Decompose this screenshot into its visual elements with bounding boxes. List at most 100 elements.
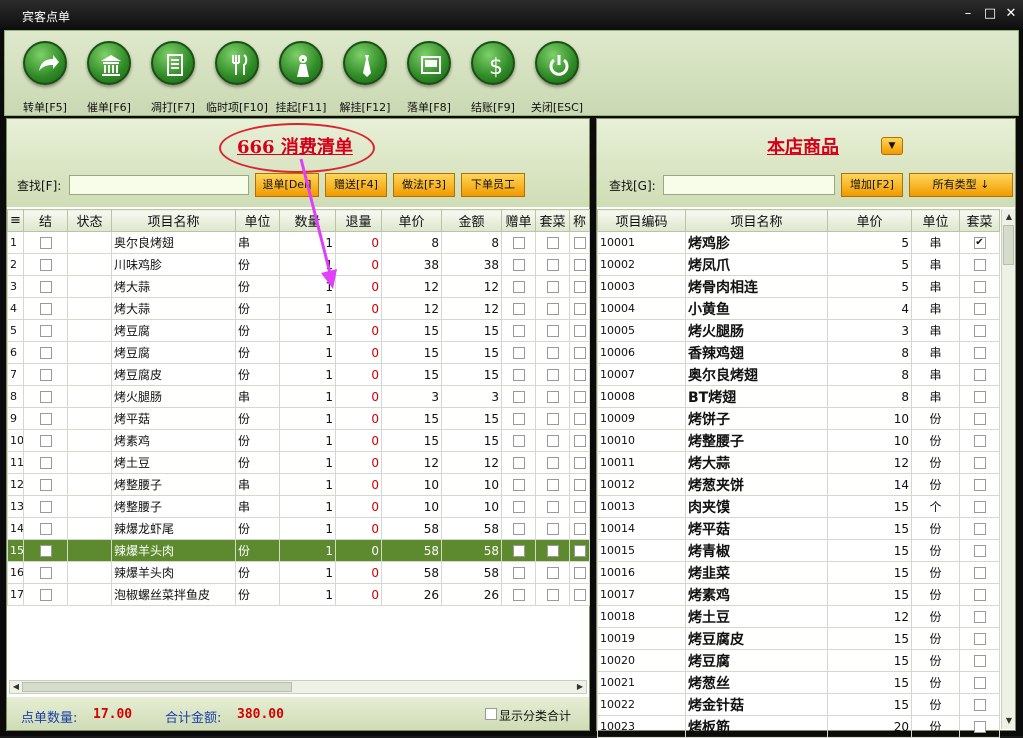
- settle-cell[interactable]: [23, 473, 68, 496]
- product-set-cell[interactable]: [959, 627, 1000, 650]
- set-meal-checkbox[interactable]: [546, 413, 559, 425]
- gift-cell[interactable]: [501, 583, 536, 606]
- settle-cell[interactable]: [23, 385, 68, 408]
- order-column-header[interactable]: 单价: [381, 209, 442, 232]
- set-meal-checkbox[interactable]: [973, 391, 986, 403]
- order-row[interactable]: 7 烤豆腐皮份 1 0 15 15: [7, 363, 590, 386]
- set-meal-checkbox[interactable]: [546, 347, 559, 359]
- product-set-cell[interactable]: [959, 473, 1000, 496]
- set-meal-cell[interactable]: [535, 231, 570, 254]
- order-row[interactable]: 16 辣爆羊头肉份 1 0 58 58: [7, 561, 590, 584]
- product-dropdown-button[interactable]: ▼: [881, 137, 903, 155]
- weigh-cell[interactable]: [569, 363, 590, 386]
- product-row[interactable]: 10021 烤葱丝 15 份: [597, 671, 1000, 694]
- product-set-cell[interactable]: [959, 495, 1000, 518]
- set-meal-checkbox[interactable]: [973, 501, 986, 513]
- settle-checkbox[interactable]: [39, 237, 52, 249]
- scroll-left-icon[interactable]: ◀: [10, 681, 22, 693]
- set-meal-checkbox[interactable]: [973, 567, 986, 579]
- weigh-cell[interactable]: [569, 495, 590, 518]
- gift-checkbox[interactable]: [512, 567, 525, 579]
- product-row[interactable]: 10005 烤火腿肠 3 串: [597, 319, 1000, 342]
- set-meal-cell[interactable]: [535, 583, 570, 606]
- close-window-button[interactable]: ✕: [1003, 6, 1019, 22]
- item-qty[interactable]: 1: [279, 451, 336, 474]
- weigh-checkbox[interactable]: [573, 501, 586, 513]
- gift-checkbox[interactable]: [512, 347, 525, 359]
- product-row[interactable]: 10017 烤素鸡 15 份: [597, 583, 1000, 606]
- weigh-checkbox[interactable]: [573, 303, 586, 315]
- settle-checkbox[interactable]: [39, 325, 52, 337]
- order-row[interactable]: 4 烤大蒜份 1 0 12 12: [7, 297, 590, 320]
- product-row[interactable]: 10012 烤葱夹饼 14 份: [597, 473, 1000, 496]
- item-qty[interactable]: 1: [279, 385, 336, 408]
- settle-cell[interactable]: [23, 231, 68, 254]
- product-row[interactable]: 10015 烤青椒 15 份: [597, 539, 1000, 562]
- order-column-header[interactable]: 单位: [235, 209, 280, 232]
- product-set-cell[interactable]: [959, 319, 1000, 342]
- weigh-checkbox[interactable]: [573, 347, 586, 359]
- set-meal-checkbox[interactable]: [973, 479, 986, 491]
- weigh-checkbox[interactable]: [573, 413, 586, 425]
- order-search-input[interactable]: [69, 175, 249, 195]
- product-set-cell[interactable]: [959, 407, 1000, 430]
- set-meal-checkbox[interactable]: [973, 633, 986, 645]
- scroll-down-icon[interactable]: ▼: [1003, 715, 1015, 727]
- item-qty[interactable]: 1: [279, 583, 336, 606]
- product-row[interactable]: 10002 烤凤爪 5 串: [597, 253, 1000, 276]
- weigh-cell[interactable]: [569, 583, 590, 606]
- set-meal-cell[interactable]: [535, 275, 570, 298]
- product-row[interactable]: 10022 烤金针菇 15 份: [597, 693, 1000, 716]
- gift-checkbox[interactable]: [512, 435, 525, 447]
- set-meal-cell[interactable]: [535, 319, 570, 342]
- settle-checkbox[interactable]: [39, 281, 52, 293]
- item-qty[interactable]: 1: [279, 517, 336, 540]
- product-column-header[interactable]: 单位: [911, 209, 960, 232]
- product-search-input[interactable]: [663, 175, 835, 195]
- order-row[interactable]: 6 烤豆腐份 1 0 15 15: [7, 341, 590, 364]
- product-column-header[interactable]: 套菜: [959, 209, 1000, 232]
- set-meal-checkbox[interactable]: [546, 545, 559, 557]
- weigh-checkbox[interactable]: [573, 281, 586, 293]
- order-column-header[interactable]: 赠单: [501, 209, 536, 232]
- set-meal-cell[interactable]: [535, 363, 570, 386]
- weigh-cell[interactable]: [569, 253, 590, 276]
- weigh-cell[interactable]: [569, 385, 590, 408]
- weigh-cell[interactable]: [569, 297, 590, 320]
- gift-checkbox[interactable]: [512, 479, 525, 491]
- product-set-cell[interactable]: [959, 605, 1000, 628]
- product-set-cell[interactable]: [959, 341, 1000, 364]
- settle-checkbox[interactable]: [39, 479, 52, 491]
- order-row[interactable]: 15 辣爆羊头肉份 1 0 58 58: [7, 539, 590, 562]
- product-set-cell[interactable]: [959, 649, 1000, 672]
- set-meal-checkbox[interactable]: [973, 589, 986, 601]
- weigh-checkbox[interactable]: [573, 457, 586, 469]
- product-row[interactable]: 10001 烤鸡胗 5 串 ✔: [597, 231, 1000, 254]
- order-row[interactable]: 17 泡椒螺丝菜拌鱼皮份 1 0 26 26: [7, 583, 590, 606]
- weigh-checkbox[interactable]: [573, 435, 586, 447]
- product-row[interactable]: 10023 烤板筋 20 份: [597, 715, 1000, 738]
- set-meal-checkbox[interactable]: [546, 369, 559, 381]
- set-meal-checkbox[interactable]: [546, 325, 559, 337]
- gift-checkbox[interactable]: [512, 457, 525, 469]
- gift-cell[interactable]: [501, 451, 536, 474]
- settle-checkbox[interactable]: [39, 457, 52, 469]
- settle-checkbox[interactable]: [39, 435, 52, 447]
- gift-cell[interactable]: [501, 539, 536, 562]
- add-product-button[interactable]: 增加[F2]: [841, 173, 903, 197]
- item-qty[interactable]: 1: [279, 297, 336, 320]
- product-row[interactable]: 10004 小黄鱼 4 串: [597, 297, 1000, 320]
- weigh-checkbox[interactable]: [573, 237, 586, 249]
- settle-cell[interactable]: [23, 253, 68, 276]
- gift-cell[interactable]: [501, 561, 536, 584]
- set-meal-checkbox[interactable]: [973, 369, 986, 381]
- product-row[interactable]: 10007 奥尔良烤翅 8 串: [597, 363, 1000, 386]
- product-set-cell[interactable]: [959, 715, 1000, 738]
- vertical-scrollbar[interactable]: ▲ ▼: [1001, 209, 1015, 729]
- settle-cell[interactable]: [23, 517, 68, 540]
- weigh-checkbox[interactable]: [573, 325, 586, 337]
- gift-cell[interactable]: [501, 319, 536, 342]
- product-row[interactable]: 10013 肉夹馍 15 个: [597, 495, 1000, 518]
- weigh-cell[interactable]: [569, 539, 590, 562]
- settle-checkbox[interactable]: [39, 545, 52, 557]
